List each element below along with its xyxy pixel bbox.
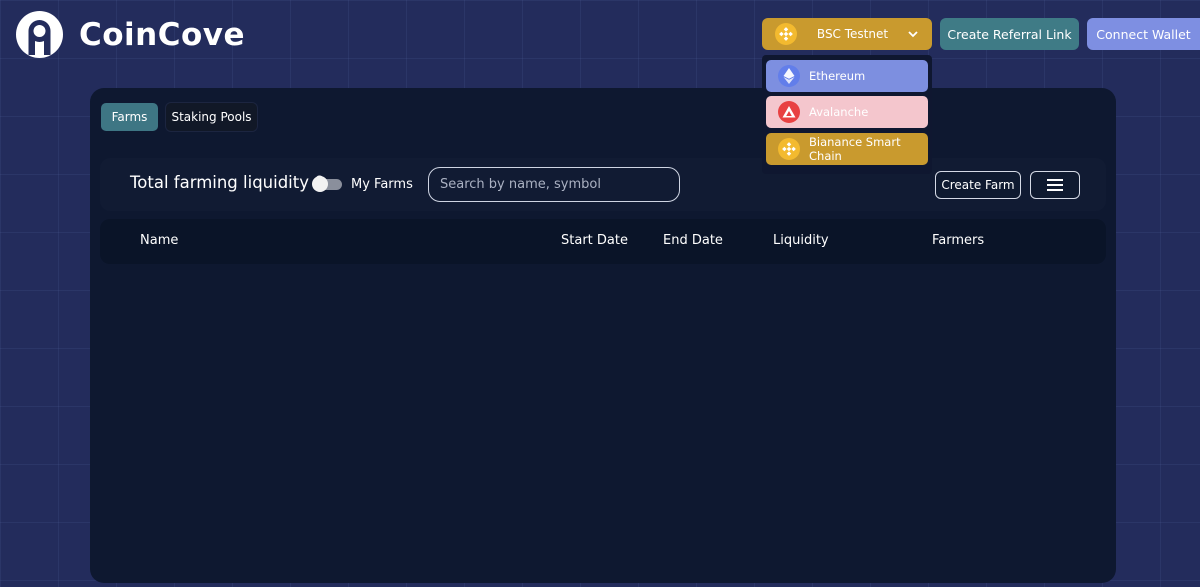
tab-staking-pools[interactable]: Staking Pools [166,103,257,131]
coincove-logo-icon [16,11,63,58]
brand-logo[interactable]: CoinCove [16,11,245,58]
farms-panel: Farms Staking Pools Total farming liquid… [90,88,1116,583]
column-header-end-date[interactable]: End Date [663,233,723,248]
my-farms-toggle[interactable] [312,176,342,192]
selected-network-label: BSC Testnet [816,27,889,41]
toggle-knob [312,176,328,192]
column-header-start-date[interactable]: Start Date [561,233,628,248]
app-name: CoinCove [79,16,246,53]
create-farm-button[interactable]: Create Farm [935,171,1021,199]
chevron-down-icon [908,27,918,41]
my-farms-label: My Farms [351,177,413,192]
avalanche-icon [778,101,800,123]
network-option-label: Ethereum [809,69,866,83]
total-liquidity-label: Total farming liquidity [130,173,310,192]
network-dropdown: Ethereum Avalanche Bianance Smart Chain [762,55,932,174]
network-selector-button[interactable]: BSC Testnet [762,18,932,50]
search-input[interactable] [428,167,680,202]
tab-farms[interactable]: Farms [101,103,158,131]
table-header: Name Start Date End Date Liquidity Farme… [100,219,1106,264]
farms-toolbar: Total farming liquidity 0 My Farms Creat… [100,158,1106,211]
network-option-label: Bianance Smart Chain [809,135,901,163]
network-option-label: Avalanche [809,105,869,119]
column-header-liquidity[interactable]: Liquidity [773,233,829,248]
bnb-icon [775,23,797,45]
create-referral-link-button[interactable]: Create Referral Link [940,18,1079,50]
hamburger-menu-icon [1047,179,1063,191]
ethereum-icon [778,65,800,87]
bnb-icon [778,138,800,160]
column-header-farmers[interactable]: Farmers [932,233,984,248]
network-option-avalanche[interactable]: Avalanche [766,96,928,128]
network-option-bsc[interactable]: Bianance Smart Chain [766,133,928,165]
connect-wallet-button[interactable]: Connect Wallet [1087,18,1200,50]
network-option-ethereum[interactable]: Ethereum [766,60,928,92]
total-farming-liquidity: Total farming liquidity 0 [130,173,325,192]
menu-button[interactable] [1030,171,1080,199]
column-header-name[interactable]: Name [140,233,178,248]
